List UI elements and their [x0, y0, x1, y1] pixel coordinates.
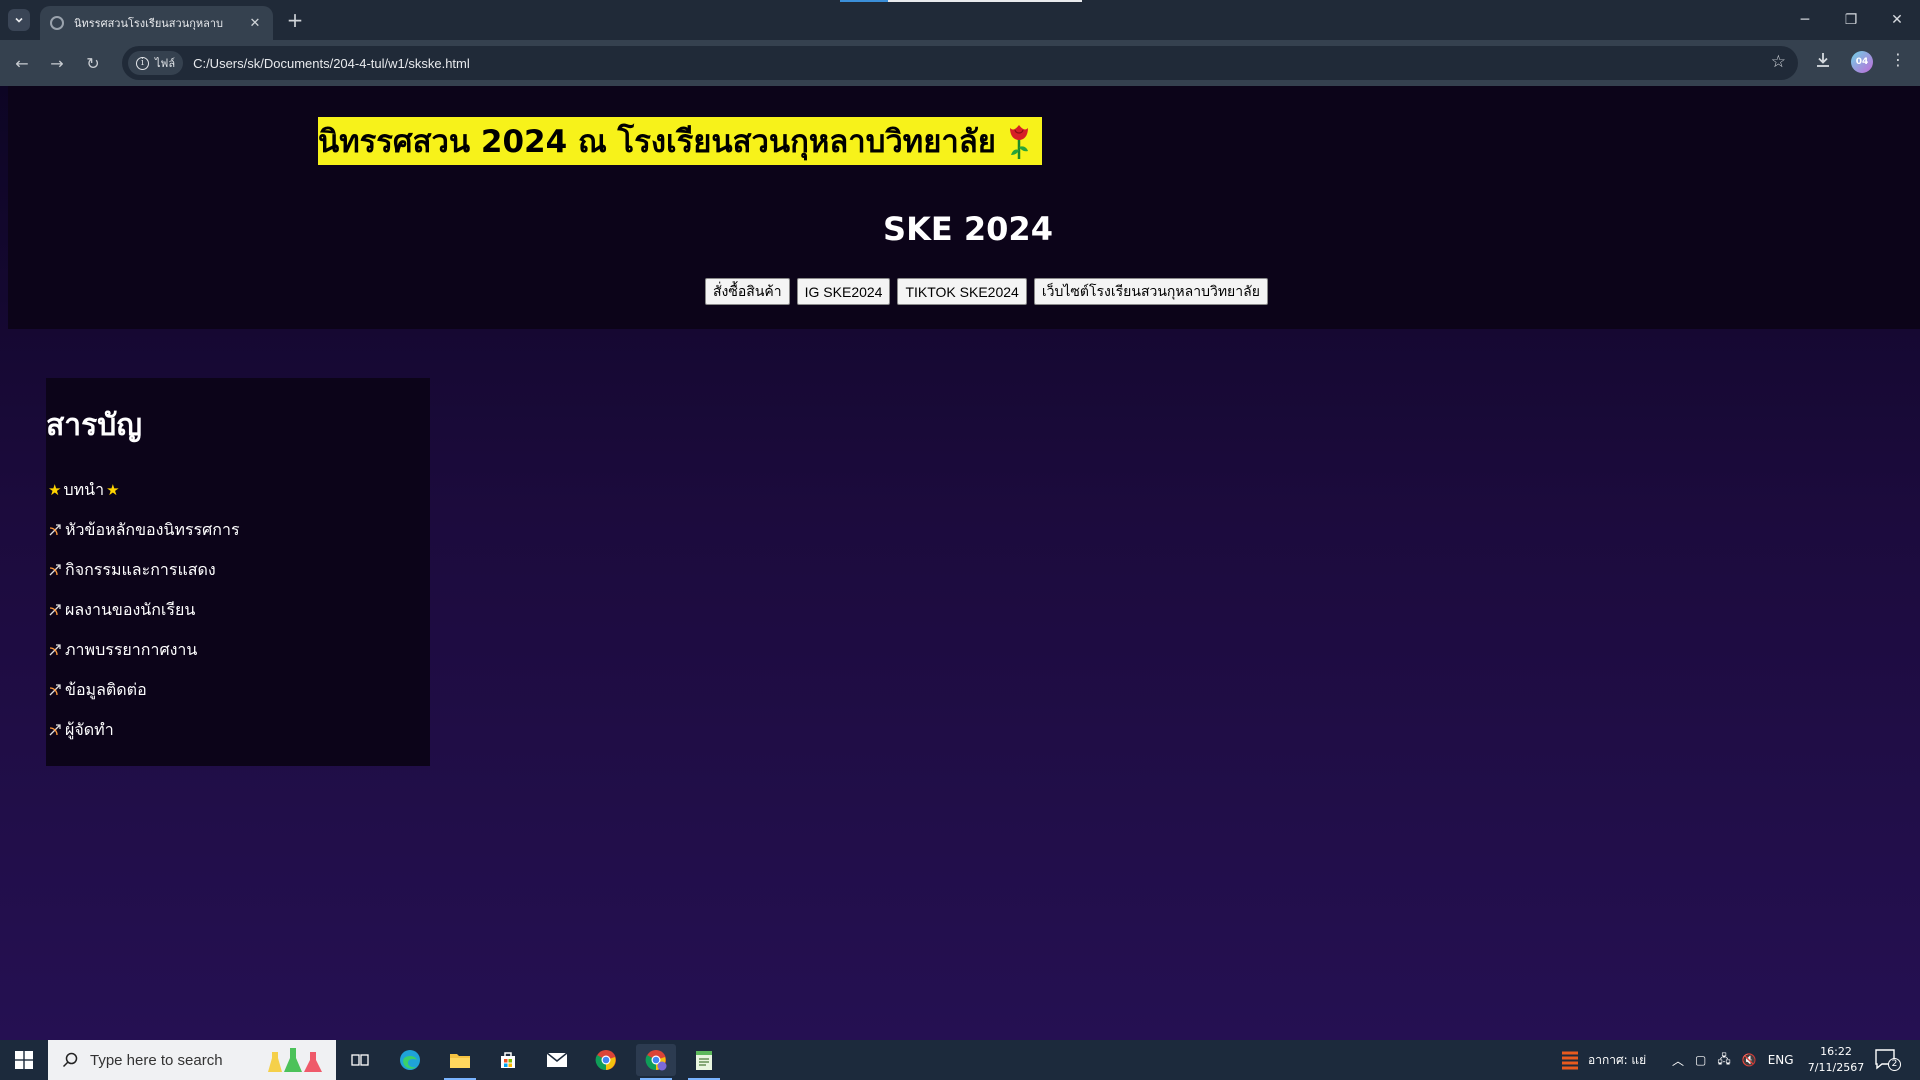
table-of-contents: สารบัญ ★ บทนำ ★ หัวข้อหลักของนิทรรศการ ก…	[46, 378, 430, 766]
bow-arrow-icon	[49, 724, 61, 736]
notepad-icon[interactable]	[684, 1044, 724, 1080]
notification-count: 2	[1888, 1058, 1901, 1071]
taskbar-search[interactable]: Type here to search	[48, 1040, 336, 1080]
tiktok-link-button[interactable]: TIKTOK SKE2024	[897, 278, 1027, 305]
bookmark-star-icon[interactable]: ☆	[1771, 52, 1786, 72]
page-content: นิทรรศสวน 2024 ณ โรงเรียนสวนกุหลาบวิทยาล…	[0, 86, 1920, 1040]
info-icon: i	[136, 56, 149, 70]
minimize-button[interactable]: ─	[1790, 8, 1820, 32]
toc-item-label: ภาพบรรยากาศงาน	[65, 639, 198, 659]
page-nav: สั่งซื้อสินค้า IG SKE2024 TIKTOK SKE2024…	[705, 278, 1268, 305]
toc-item-label: ข้อมูลติดต่อ	[65, 679, 147, 699]
taskbar: Type here to search อากาศ: แย่ ︿ ▢ 🖧 🔇 E…	[0, 1040, 1920, 1080]
site-chip-label: ไฟล์	[155, 57, 176, 70]
tab-title: นิทรรศสวนโรงเรียนสวนกุหลาบ	[74, 17, 224, 30]
tab-strip-indicator-2	[888, 0, 1082, 2]
toc-item-student-works[interactable]: ผลงานของนักเรียน	[48, 590, 240, 630]
page-title: SKE 2024	[883, 210, 1053, 248]
bow-arrow-icon	[49, 564, 61, 576]
star-icon: ★	[106, 481, 120, 499]
site-info-chip[interactable]: i ไฟล์	[128, 51, 184, 75]
chevron-up-icon[interactable]: ︿	[1672, 1052, 1684, 1069]
store-icon[interactable]	[488, 1044, 528, 1076]
window-close-button[interactable]: ✕	[1882, 8, 1912, 32]
rose-icon	[1009, 125, 1028, 159]
toc-item-contact[interactable]: ข้อมูลติดต่อ	[48, 670, 240, 710]
chevron-down-icon	[15, 17, 23, 23]
toc-item-atmosphere[interactable]: ภาพบรรยากาศงาน	[48, 630, 240, 670]
clock[interactable]: 16:22 7/11/2567	[1806, 1044, 1866, 1076]
tab-strip-indicator	[840, 0, 888, 2]
toc-item-label: หัวข้อหลักของนิทรรศการ	[65, 519, 240, 539]
globe-icon	[50, 16, 64, 30]
more-menu-icon[interactable]: ⋮	[1890, 50, 1906, 69]
toc-item-label: บทนำ	[63, 479, 105, 499]
browser-tab-active[interactable]: นิทรรศสวนโรงเรียนสวนกุหลาบ ✕	[40, 6, 273, 40]
address-bar[interactable]: i ไฟล์ C:/Users/sk/Documents/204-4-tul/w…	[122, 46, 1798, 80]
new-tab-button[interactable]: +	[283, 8, 307, 32]
chrome-profile-icon[interactable]	[636, 1044, 676, 1080]
file-explorer-icon[interactable]	[440, 1044, 480, 1080]
windows-logo-icon	[15, 1051, 33, 1069]
browser-tab-bar: นิทรรศสวนโรงเรียนสวนกุหลาบ ✕ + ─ ❐ ✕	[0, 0, 1920, 40]
language-indicator[interactable]: ENG	[1768, 1053, 1794, 1067]
forward-button[interactable]: →	[45, 51, 69, 75]
chrome-icon[interactable]	[586, 1044, 626, 1076]
start-button[interactable]	[0, 1040, 48, 1080]
instagram-link-button[interactable]: IG SKE2024	[796, 278, 891, 305]
bow-arrow-icon	[49, 604, 61, 616]
tab-search-button[interactable]	[8, 9, 30, 31]
toc-item-activities[interactable]: กิจกรรมและการแสดง	[48, 550, 240, 590]
weather-text: อากาศ: แย่	[1588, 1052, 1647, 1067]
star-icon: ★	[48, 481, 62, 499]
system-tray: ︿ ▢ 🖧 🔇 ENG	[1672, 1040, 1794, 1080]
close-icon[interactable]: ✕	[247, 15, 263, 31]
task-view-icon[interactable]	[340, 1044, 380, 1076]
meet-now-icon[interactable]: ▢	[1695, 1053, 1706, 1067]
weather-widget[interactable]: อากาศ: แย่	[1560, 1040, 1646, 1080]
toc-item-label: ผู้จัดทำ	[65, 719, 114, 739]
clock-date: 7/11/2567	[1807, 1061, 1865, 1074]
banner-title: นิทรรศสวน 2024 ณ โรงเรียนสวนกุหลาบวิทยาล…	[318, 124, 996, 160]
reload-button[interactable]: ↻	[81, 51, 105, 75]
bow-arrow-icon	[49, 644, 61, 656]
school-website-button[interactable]: เว็บไซต์โรงเรียนสวนกุหลาบวิทยาลัย	[1033, 278, 1268, 305]
notification-center-button[interactable]: 2	[1874, 1048, 1901, 1072]
network-icon[interactable]: 🖧	[1717, 1050, 1730, 1071]
profile-avatar[interactable]: 04	[1851, 51, 1873, 73]
toc-item-intro[interactable]: ★ บทนำ ★	[48, 470, 240, 510]
toc-title: สารบัญ	[46, 408, 142, 443]
back-button[interactable]: ←	[10, 51, 34, 75]
air-quality-icon	[1562, 1051, 1578, 1070]
browser-toolbar: ← → ↻ i ไฟล์ C:/Users/sk/Documents/204-4…	[0, 40, 1920, 86]
science-flasks-icon	[268, 1048, 322, 1072]
mail-icon[interactable]	[537, 1044, 577, 1076]
search-placeholder: Type here to search	[90, 1051, 223, 1069]
edge-browser-icon[interactable]	[390, 1044, 430, 1076]
exhibition-banner: นิทรรศสวน 2024 ณ โรงเรียนสวนกุหลาบวิทยาล…	[318, 117, 1042, 165]
volume-muted-icon[interactable]: 🔇	[1742, 1053, 1757, 1067]
toc-item-main-topics[interactable]: หัวข้อหลักของนิทรรศการ	[48, 510, 240, 550]
toc-item-label: ผลงานของนักเรียน	[65, 599, 196, 619]
url-text[interactable]: C:/Users/sk/Documents/204-4-tul/w1/skske…	[193, 56, 470, 71]
restore-button[interactable]: ❐	[1836, 8, 1866, 32]
clock-time: 16:22	[1820, 1045, 1852, 1058]
toc-list: ★ บทนำ ★ หัวข้อหลักของนิทรรศการ กิจกรรมแ…	[48, 470, 240, 750]
download-icon[interactable]	[1814, 51, 1832, 73]
bow-arrow-icon	[49, 684, 61, 696]
bow-arrow-icon	[49, 524, 61, 536]
order-products-button[interactable]: สั่งซื้อสินค้า	[705, 278, 790, 305]
toc-item-organizers[interactable]: ผู้จัดทำ	[48, 710, 240, 750]
toc-item-label: กิจกรรมและการแสดง	[65, 559, 216, 579]
search-icon	[62, 1052, 78, 1068]
